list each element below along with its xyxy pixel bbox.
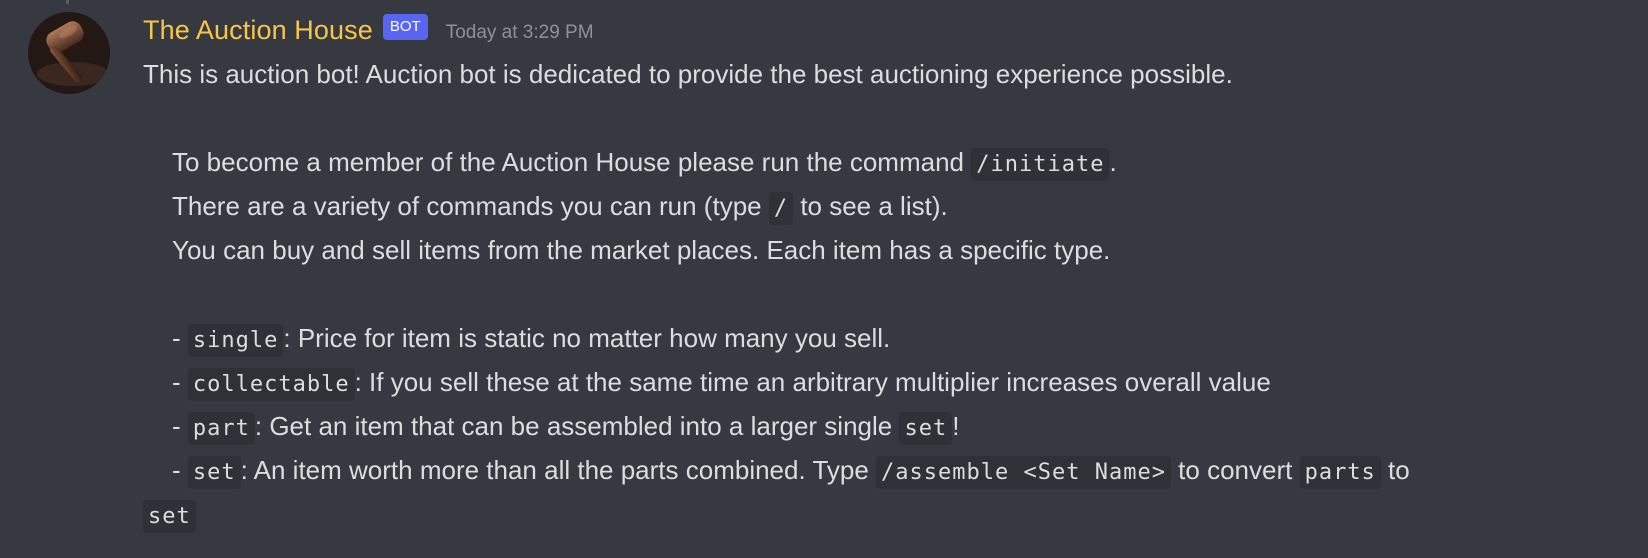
gavel-avatar-icon xyxy=(28,12,110,94)
list-item: - set: An item worth more than all the p… xyxy=(143,448,1633,492)
list-dash: - xyxy=(172,367,188,397)
bot-badge: BOT xyxy=(382,14,428,40)
inline-code-set: set xyxy=(187,456,241,489)
p2-text: There are a variety of commands you can … xyxy=(172,191,769,221)
message-content: This is auction bot! Auction bot is dedi… xyxy=(143,52,1633,536)
paragraph-line-2: There are a variety of commands you can … xyxy=(143,184,1633,228)
list-dash: - xyxy=(172,455,188,485)
wrapped-line: set xyxy=(143,492,1633,536)
list-item-text: : Get an item that can be assembled into… xyxy=(254,411,900,441)
list-item: - part: Get an item that can be assemble… xyxy=(143,404,1633,448)
inline-code-set: set xyxy=(143,500,196,533)
author-name[interactable]: The Auction House xyxy=(143,15,373,46)
p3-text: You can buy and sell items from the mark… xyxy=(172,235,1111,265)
list-item-end: ! xyxy=(952,411,960,441)
list-item-end: to xyxy=(1380,455,1410,485)
list-item-text: : Price for item is static no matter how… xyxy=(283,323,891,353)
p1-text: To become a member of the Auction House … xyxy=(172,147,972,177)
list-dash: - xyxy=(172,323,188,353)
message-header: The Auction House BOT Today at 3:29 PM xyxy=(143,10,594,50)
inline-code-initiate: /initiate xyxy=(971,148,1110,181)
inline-code-assemble: /assemble <Set Name> xyxy=(876,456,1171,489)
bot-avatar[interactable] xyxy=(28,12,110,94)
inline-code-collectable: collectable xyxy=(187,368,355,401)
message-timestamp[interactable]: Today at 3:29 PM xyxy=(446,22,594,44)
list-dash: - xyxy=(172,411,188,441)
inline-code-slash: / xyxy=(768,192,794,225)
chat-message: The Auction House BOT Today at 3:29 PM T… xyxy=(0,0,1648,558)
paragraph-line-3: You can buy and sell items from the mark… xyxy=(143,228,1633,272)
intro-line: This is auction bot! Auction bot is dedi… xyxy=(143,52,1633,96)
list-item-text: : An item worth more than all the parts … xyxy=(240,455,877,485)
list-item: - collectable: If you sell these at the … xyxy=(143,360,1633,404)
paragraph-line-1: To become a member of the Auction House … xyxy=(143,140,1633,184)
p2-end: to see a list). xyxy=(793,191,948,221)
list-item: - single: Price for item is static no ma… xyxy=(143,316,1633,360)
inline-code-single: single xyxy=(187,324,284,357)
list-item-text: to convert xyxy=(1170,455,1300,485)
inline-code-set: set xyxy=(899,412,953,445)
inline-code-parts: parts xyxy=(1299,456,1381,489)
list-item-text: : If you sell these at the same time an … xyxy=(354,367,1271,397)
inline-code-part: part xyxy=(187,412,255,445)
p1-end: . xyxy=(1109,147,1117,177)
intro-text: This is auction bot! Auction bot is dedi… xyxy=(143,59,1233,89)
